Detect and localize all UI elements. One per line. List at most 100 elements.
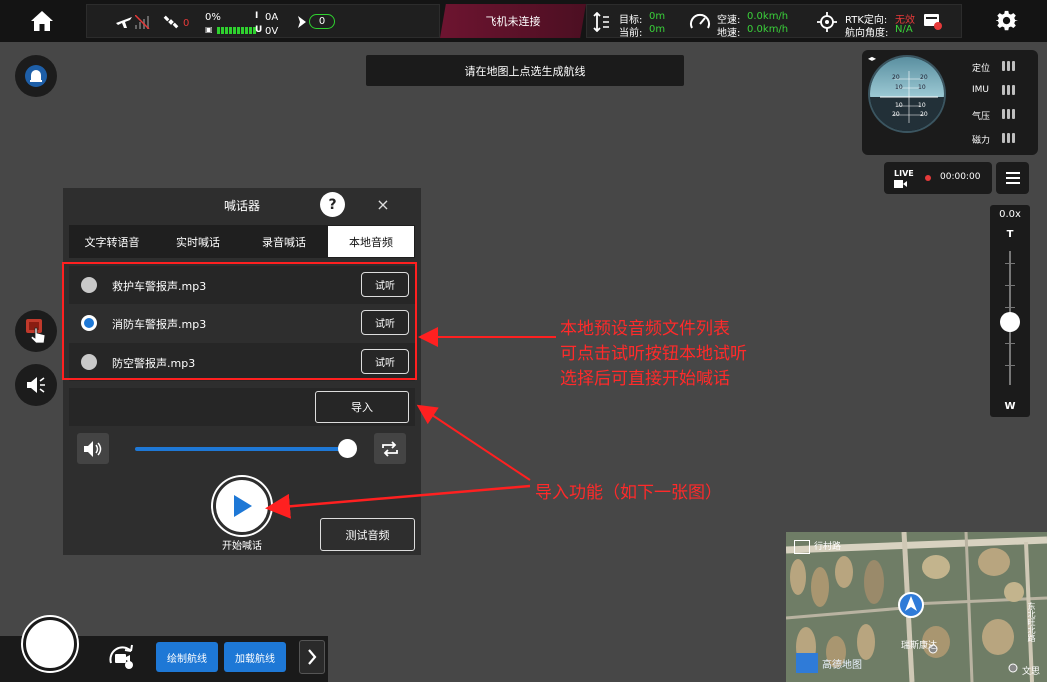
repeat-icon [382,440,398,457]
pitch-tick: 10 [895,102,903,109]
live-stream-panel[interactable]: LIVE 00:00:00 [884,162,992,194]
map-logo-icon [796,653,818,673]
alarm-button[interactable] [15,55,57,97]
tap-gesture-button[interactable] [15,310,57,352]
rc-status-icon [924,14,942,30]
nav-count: 0 [318,16,326,27]
voltage-value: 0V [265,26,279,37]
attitude-ball: 20 20 10 10 10 10 20 20 [868,55,946,133]
voltage-icon: U [255,25,263,35]
hint-banner: 请在地图上点选生成航线 [366,55,684,86]
zoom-tick [1005,365,1015,366]
nav-arrow-icon [298,16,306,28]
sensor-barometer-label: 气压 [972,112,991,122]
start-speech-button[interactable] [213,477,271,535]
zoom-slider[interactable]: 0.0x T W [990,205,1030,417]
live-time: 00:00:00 [940,172,981,182]
tab-live-speech[interactable]: 实时喊话 [155,225,241,258]
gps-count: 0 [183,18,190,29]
dialog-title: 喊话器 [223,199,260,213]
current-alt-label: 当前: [619,28,643,39]
minimap[interactable]: 行村路 瑞斯康达 文思 东北旺北路 高德地图 [786,532,1047,682]
sensor-compass-bars [1002,133,1015,143]
help-button[interactable]: ? [320,192,345,217]
test-audio-button[interactable]: 测试音频 [320,518,415,551]
zoom-value: 0.0x [999,209,1021,220]
home-icon [31,11,53,31]
nav-count-pill: 0 [309,14,335,29]
sensor-barometer-bars [1002,109,1015,119]
zoom-tele-label: T [1006,229,1014,240]
live-label: LIVE [894,169,914,178]
sensor-positioning-bars [1002,61,1015,71]
menu-button[interactable] [996,162,1029,194]
close-button[interactable]: × [372,193,394,215]
annotation-frame [62,262,417,380]
sensor-imu-label: IMU [972,85,990,95]
chevron-right-icon [308,649,317,665]
pitch-tick: 10 [895,84,903,91]
import-button[interactable]: 导入 [315,391,409,423]
zoom-wide-label: W [1004,401,1016,412]
volume-icon [84,440,102,457]
map-poi-label: 瑞斯康达 [901,641,938,651]
zoom-tick [1005,307,1015,308]
altitude-icon [593,12,609,32]
settings-button[interactable] [972,4,1042,38]
volume-slider-track[interactable] [135,447,348,451]
pitch-tick: 10 [918,84,926,91]
airspeed-value: 0.0km/h [747,11,789,22]
draw-route-button[interactable]: 绘制航线 [156,642,218,672]
pitch-tick: 10 [918,102,926,109]
sensor-imu-bars [1002,85,1015,95]
expand-icon[interactable]: ◂▸ [868,54,876,63]
target-value: 0m [649,11,666,22]
volume-slider-knob[interactable] [338,439,357,458]
zoom-tick [1005,285,1015,286]
pitch-tick: 20 [892,111,900,118]
aircraft-status-panel: 0 0% ▣ I 0A U 0V 0 [86,4,440,38]
map-expand-icon[interactable] [794,540,810,554]
battery-percent: 0% [205,12,221,23]
zoom-tick [1005,343,1015,344]
import-arrow [416,404,531,481]
recording-dot [925,175,931,181]
groundspeed-label: 地速: [717,28,741,39]
current-alt-value: 0m [649,24,666,35]
horizon-icon [870,57,944,131]
zoom-knob[interactable] [1000,312,1020,332]
rtk-crosshair-icon [817,12,837,32]
map-side-road-label: 东北旺北路 [1027,602,1036,642]
zoom-tick [1005,263,1015,264]
sensor-compass-label: 磁力 [972,136,991,146]
connection-status: 飞机未连接 [440,4,586,38]
load-route-button[interactable]: 加载航线 [224,642,286,672]
sensor-positioning-label: 定位 [972,64,991,74]
shutter-button[interactable] [23,617,77,671]
pitch-tick: 20 [920,111,928,118]
speaker-mode-tabs: 文字转语音 实时喊话 录音喊话 本地音频 [69,225,415,258]
battery-level-bar [217,27,256,34]
current-value: 0A [265,12,279,23]
speaker-button[interactable] [15,364,57,406]
play-icon [234,495,252,517]
attitude-indicator-panel: ◂▸ 20 20 10 10 10 10 20 20 定位 IMU 气压 磁力 [862,50,1038,155]
pitch-tick: 20 [920,74,928,81]
start-speech-label: 开始喊话 [222,541,262,552]
expand-toolbar-button[interactable] [299,640,325,674]
tab-local-audio[interactable]: 本地音频 [328,226,414,257]
bell-icon [25,65,47,87]
gear-icon [996,10,1018,31]
loop-button[interactable] [374,433,406,464]
map-poi-label: 文思 [1022,667,1041,677]
close-icon: × [376,194,390,214]
volume-button[interactable] [77,433,109,464]
annotation-note: 本地预设音频文件列表 可点击试听按钮本地试听 选择后可直接开始喊话 [560,317,747,392]
home-button[interactable] [8,4,76,38]
map-logo-text: 高德地图 [822,660,862,671]
tab-text-to-speech[interactable]: 文字转语音 [69,225,155,258]
pitch-tick: 20 [892,74,900,81]
camera-switch-button[interactable] [104,640,138,674]
tab-recording[interactable]: 录音喊话 [241,225,327,258]
top-status-bar: 0 0% ▣ I 0A U 0V 0 飞机未连接 目标: 0m 当前: 0m 空… [0,0,1047,42]
